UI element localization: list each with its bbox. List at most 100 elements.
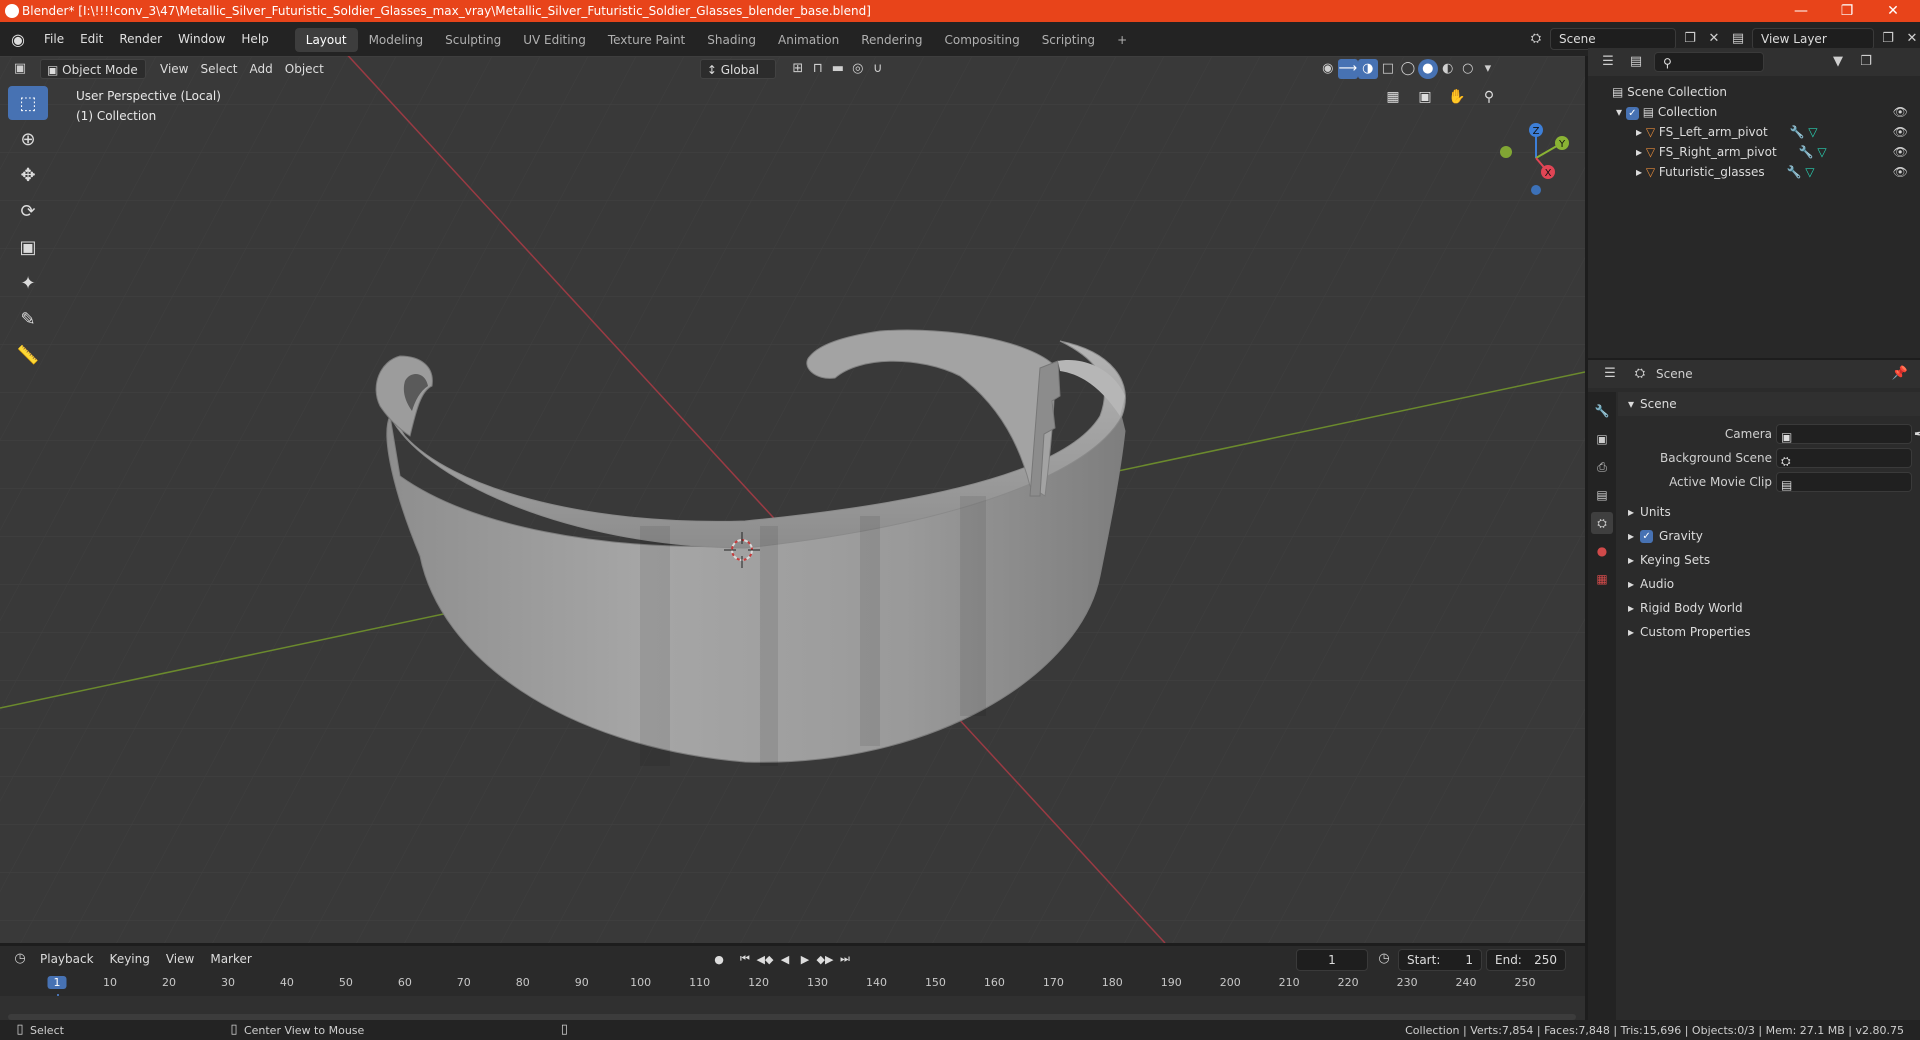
snap-icon[interactable]: ⊓ [808,59,828,79]
play-icon[interactable]: ▶ [796,949,814,969]
add-workspace-icon[interactable]: + [1106,28,1138,52]
jump-end-icon[interactable]: ⏭ [836,949,854,969]
menu-render[interactable]: Render [111,22,170,56]
eye-icon[interactable]: 👁 [1893,122,1908,142]
close-icon[interactable]: ✕ [1870,0,1916,22]
3d-viewport[interactable]: Z Y X ▣ ▣ Object Mode View Select Add Ob… [0,56,1585,943]
annotate-tool-icon[interactable]: ✎ [8,302,48,336]
modifier-icon[interactable]: 🔧 [1790,125,1805,139]
texture-tab-icon[interactable]: ▦ [1591,568,1613,590]
clock-icon[interactable]: ◷ [1374,949,1394,969]
shading-options-icon[interactable]: ▾ [1478,59,1498,79]
audio-section[interactable]: ▸ Audio [1618,572,1920,596]
mesh-data-icon[interactable]: ▽ [1805,165,1814,179]
camera-field[interactable]: ▣ [1776,424,1912,444]
expand-arrow-icon[interactable]: ▸ [1636,145,1642,159]
properties-editor-icon[interactable]: ☰ [1600,364,1620,384]
view-layer-selector-icon[interactable]: ▤ [1728,29,1748,49]
cursor-tool-icon[interactable]: ⊕ [8,122,48,156]
tab-scripting[interactable]: Scripting [1031,28,1106,52]
tab-uv-editing[interactable]: UV Editing [512,28,597,52]
snap-target-icon[interactable]: ▬ [828,59,848,79]
eye-icon[interactable]: 👁 [1893,102,1908,122]
render-tab-icon[interactable]: ▣ [1591,428,1613,450]
orientation-selector[interactable]: ↕ Global [699,59,776,79]
start-frame-field[interactable]: Start: 1 [1398,949,1482,971]
menu-help[interactable]: Help [233,22,276,56]
menu-keying[interactable]: Keying [104,949,156,969]
background-scene-field[interactable]: ⛭ [1776,448,1912,468]
collection-checkbox[interactable]: ✓ [1625,107,1639,120]
mesh-data-icon[interactable]: ▽ [1808,125,1817,139]
viewport-scene[interactable]: Z Y X [0,56,1585,943]
scene-tab-icon[interactable]: ⛭ [1591,512,1613,534]
measure-tool-icon[interactable]: 📏 [8,338,48,372]
new-collection-icon[interactable]: ❐ [1856,52,1876,72]
tab-animation[interactable]: Animation [767,28,850,52]
menu-marker[interactable]: Marker [204,949,257,969]
current-frame-field[interactable]: 1 [1296,949,1368,971]
rendered-shading-icon[interactable]: ○ [1458,59,1478,79]
play-reverse-icon[interactable]: ◀ [776,949,794,969]
move-tool-icon[interactable]: ✥ [8,158,48,192]
tab-layout[interactable]: Layout [294,28,358,52]
select-box-tool-icon[interactable]: ⬚ [8,86,48,120]
menu-playback[interactable]: Playback [34,949,100,969]
mesh-data-icon[interactable]: ▽ [1817,145,1826,159]
expand-arrow-icon[interactable]: ▾ [1616,105,1622,119]
custom-properties-section[interactable]: ▸ Custom Properties [1618,620,1920,644]
active-movie-clip-field[interactable]: ▤ [1776,472,1912,492]
timeline-track[interactable] [0,996,1585,1023]
remove-scene-icon[interactable]: ✕ [1704,29,1724,49]
menu-view[interactable]: View [154,59,194,79]
record-icon[interactable]: ● [710,949,728,969]
camera-view-icon[interactable]: ▣ [1412,84,1438,110]
gizmo-toggle-icon[interactable]: ⟶ [1337,59,1358,79]
outliner-item[interactable]: ▸ ▽ FS_Right_arm_pivot 🔧 ▽ 👁 [1588,142,1920,162]
menu-timeline-view[interactable]: View [160,949,200,969]
solid-shading-icon[interactable]: ● [1417,59,1438,79]
eyedropper-icon[interactable]: ✒ [1914,422,1920,446]
outliner-item[interactable]: ▸ ▽ FS_Left_arm_pivot 🔧 ▽ 👁 [1588,122,1920,142]
menu-object[interactable]: Object [279,59,330,79]
tab-texture-paint[interactable]: Texture Paint [597,28,696,52]
toggle-grid-icon[interactable]: ▦ [1380,84,1406,110]
mode-selector[interactable]: ▣ Object Mode [40,59,146,79]
units-section[interactable]: ▸ Units [1618,500,1920,524]
next-keyframe-icon[interactable]: ◆▶ [816,949,834,969]
material-shading-icon[interactable]: ◐ [1438,59,1458,79]
world-tab-icon[interactable]: ● [1591,540,1613,562]
maximize-icon[interactable]: ❐ [1824,0,1870,22]
view-layer-tab-icon[interactable]: ▤ [1591,484,1613,506]
timeline-ruler[interactable]: 1 10 20 30 40 50 60 70 80 90 100 110 120 130 140 150 160… [0,972,1585,1022]
modifier-icon[interactable]: 🔧 [1787,165,1802,179]
rigid-body-world-section[interactable]: ▸ Rigid Body World [1618,596,1920,620]
rotate-tool-icon[interactable]: ⟳ [8,194,48,228]
menu-window[interactable]: Window [170,22,233,56]
scale-tool-icon[interactable]: ▣ [8,230,48,264]
minimize-icon[interactable]: — [1778,0,1824,22]
menu-add[interactable]: Add [244,59,279,79]
menu-edit[interactable]: Edit [72,22,111,56]
keying-sets-section[interactable]: ▸ Keying Sets [1618,548,1920,572]
eye-icon[interactable]: 👁 [1893,142,1908,162]
pin-icon[interactable]: 📌 [1890,364,1910,384]
outliner-editor-icon[interactable]: ☰ [1598,52,1618,72]
tool-settings-tab-icon[interactable]: 🔧 [1591,400,1613,422]
menu-file[interactable]: File [36,22,72,56]
view-layer-field[interactable]: View Layer [1752,28,1874,50]
scene-selector-icon[interactable]: ⛭ [1526,29,1546,49]
expand-arrow-icon[interactable]: ▸ [1636,125,1642,139]
tab-modeling[interactable]: Modeling [358,28,435,52]
end-frame-field[interactable]: End: 250 [1486,949,1566,971]
outliner-collection[interactable]: ▾ ✓ ▤ Collection 👁 [1588,102,1920,122]
eye-icon[interactable]: 👁 [1893,162,1908,182]
transform-tool-icon[interactable]: ✦ [8,266,48,300]
jump-start-icon[interactable]: ⏮ [736,949,754,969]
outliner-search-input[interactable]: ⚲ [1654,52,1764,72]
gravity-section[interactable]: ▸ ✓ Gravity [1618,524,1920,548]
new-scene-icon[interactable]: ❐ [1680,29,1700,49]
xray-toggle-icon[interactable]: □ [1378,59,1398,79]
scene-field[interactable]: Scene [1550,28,1676,50]
blender-menu-icon[interactable]: ◉ [0,22,36,56]
